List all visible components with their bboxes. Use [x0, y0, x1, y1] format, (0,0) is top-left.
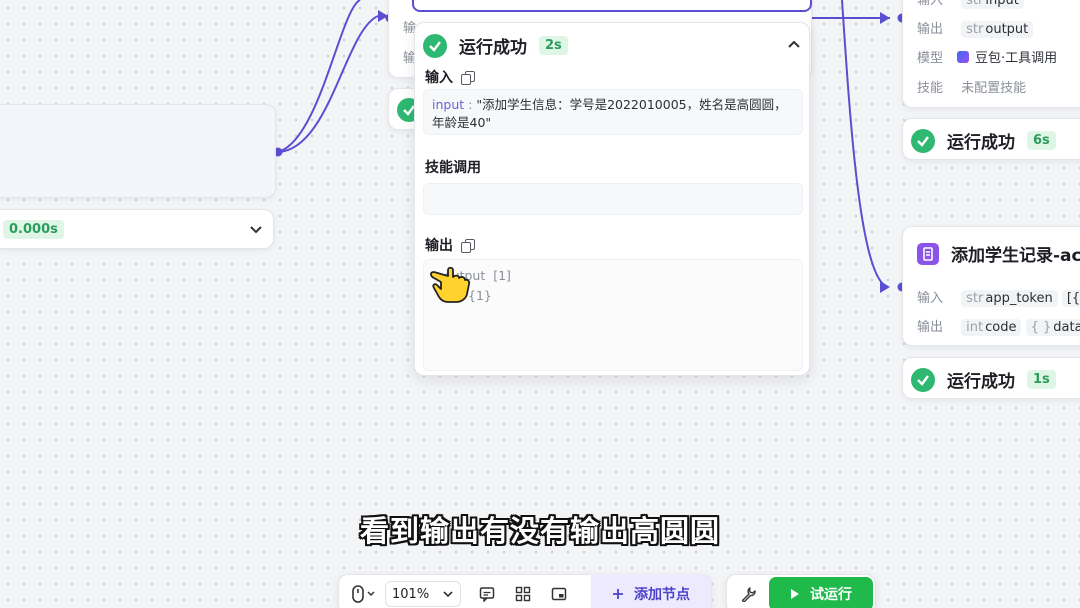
input-value-box: input : "添加学生信息：学号是2022010005，姓名是高圆圆，年龄是… — [423, 89, 803, 135]
record-node-icon — [917, 242, 939, 265]
copy-icon[interactable] — [461, 238, 475, 253]
record-node-title: 添加学生记录-ac — [951, 246, 1080, 266]
llm-model-row: 模型 豆包·工具调用 — [917, 47, 1057, 66]
top-node-header-bar — [412, 0, 812, 12]
copy-icon[interactable] — [461, 70, 475, 85]
input-section-title: 输入 — [425, 67, 475, 87]
output-title-text: 输出 — [425, 238, 453, 254]
comment-button[interactable] — [469, 577, 505, 608]
minimap-button[interactable] — [541, 577, 577, 608]
plus-icon — [613, 589, 623, 599]
left-node-card[interactable] — [0, 104, 276, 198]
duration-badge: 0.000s — [3, 219, 64, 239]
skill-section-title: 技能调用 — [425, 157, 481, 177]
chip-name: app_token — [985, 291, 1053, 306]
chip-name: output — [985, 22, 1029, 37]
comment-icon — [479, 587, 495, 602]
test-run-label: 试运行 — [810, 587, 852, 603]
llm-skill-value: 未配置技能 — [961, 81, 1027, 96]
add-node-label: 添加节点 — [634, 587, 690, 603]
output-line-2: {1} — [432, 286, 794, 306]
llm-model-value: 豆包·工具调用 — [975, 51, 1058, 66]
record-output-row: 输出 int code { } data — [917, 316, 1080, 336]
video-subtitle: 看到输出有没有输出高圆圆 — [359, 514, 720, 548]
llm-status-row: 运行成功 6s — [911, 128, 1056, 153]
skill-title-text: 技能调用 — [425, 160, 481, 176]
llm-input-label: 输入 — [917, 0, 944, 8]
success-check-icon — [423, 33, 447, 58]
success-check-icon — [911, 128, 935, 153]
run-result-panel: 运行成功 2s 输入 input : "添加学生信息：学号是2022010005… — [414, 22, 810, 376]
llm-node-card[interactable]: 输入 str input 输出 str output 模型 豆包·工具调用 技能 未… — [902, 0, 1080, 108]
chevron-down-icon — [443, 591, 453, 598]
success-check-icon — [911, 367, 935, 392]
layout-button[interactable] — [505, 577, 541, 608]
input-title-text: 输入 — [425, 70, 453, 86]
hand-cursor-icon — [428, 264, 472, 308]
record-status-bar[interactable]: 运行成功 1s — [902, 357, 1080, 399]
model-logo-icon — [957, 50, 970, 63]
llm-status-text: 运行成功 — [947, 133, 1015, 153]
chip-name: data — [1053, 320, 1080, 335]
record-duration-badge: 1s — [1027, 370, 1056, 389]
chip-type: { } — [1030, 320, 1052, 335]
grid-icon — [515, 586, 531, 602]
llm-skill-label: 技能 — [917, 81, 944, 96]
output-section-title: 输出 — [425, 235, 475, 255]
chevron-up-icon[interactable] — [787, 37, 801, 56]
chip-type: str — [966, 291, 984, 306]
llm-output-label: 输出 — [917, 22, 944, 37]
edge-left-to-top-2 — [277, 0, 361, 153]
chip-name: input — [985, 0, 1019, 8]
mouse-icon — [352, 585, 375, 603]
chip-type: str — [966, 22, 984, 37]
play-icon — [791, 589, 799, 599]
llm-input-row: 输入 str input — [917, 0, 1024, 9]
run-toolbar: 试运行 — [726, 574, 876, 608]
llm-skill-row: 技能 未配置技能 — [917, 77, 1026, 96]
edge-to-record-node — [841, 0, 889, 288]
output-key-type: [1] — [493, 268, 511, 283]
input-value: "添加学生信息：学号是2022010005，姓名是高圆圆，年龄是40" — [432, 97, 787, 130]
add-node-button[interactable]: 添加节点 — [591, 574, 711, 608]
llm-status-bar[interactable]: 运行成功 6s — [902, 118, 1080, 160]
chip-name: code — [985, 320, 1017, 335]
record-output-chip: int code — [961, 319, 1022, 336]
result-duration-badge: 2s — [539, 36, 568, 55]
record-input-chip: str app_token — [961, 290, 1058, 307]
record-input-chip-2: [{}] re — [1061, 290, 1080, 307]
wrench-icon — [741, 587, 756, 602]
record-status-text: 运行成功 — [947, 372, 1015, 392]
record-output-chip-2: { } data — [1025, 319, 1080, 336]
record-input-row: 输入 strapp_token [{}] re — [917, 287, 1080, 307]
debug-settings-button[interactable] — [727, 577, 769, 608]
skill-value-box — [423, 183, 803, 215]
test-run-button[interactable]: 试运行 — [769, 577, 873, 608]
mouse-mode-button[interactable] — [339, 577, 385, 608]
zoom-value: 101% — [392, 586, 430, 602]
record-output-label: 输出 — [917, 320, 944, 335]
llm-duration-badge: 6s — [1027, 131, 1056, 150]
input-key: input — [432, 97, 465, 112]
minimap-icon — [551, 587, 567, 601]
zoom-select[interactable]: 101% — [385, 581, 461, 607]
chip-type: int — [966, 320, 984, 335]
llm-output-chip: str output — [961, 21, 1034, 38]
record-input-label: 输入 — [917, 291, 944, 306]
result-status: 运行成功 — [459, 38, 527, 58]
output-value-box: output [1] {1} — [423, 259, 803, 371]
record-status-row: 运行成功 1s — [911, 367, 1056, 392]
record-node-header: 添加学生记录-ac — [917, 241, 1080, 266]
chip-type: str — [966, 0, 984, 8]
canvas-toolbar: 101% 添加节点 — [338, 574, 712, 608]
left-node-result-bar[interactable]: 0.000s — [0, 209, 274, 249]
llm-model-label: 模型 — [917, 51, 944, 66]
edge-left-to-top — [277, 15, 379, 153]
result-header: 运行成功 2s — [423, 33, 568, 58]
output-line-1: output [1] — [432, 266, 794, 286]
llm-output-row: 输出 str output — [917, 18, 1034, 38]
llm-input-chip: str input — [961, 0, 1024, 9]
chevron-down-icon[interactable] — [249, 221, 263, 240]
record-node-card[interactable]: 添加学生记录-ac 输入 strapp_token [{}] re 输出 int… — [902, 226, 1080, 346]
